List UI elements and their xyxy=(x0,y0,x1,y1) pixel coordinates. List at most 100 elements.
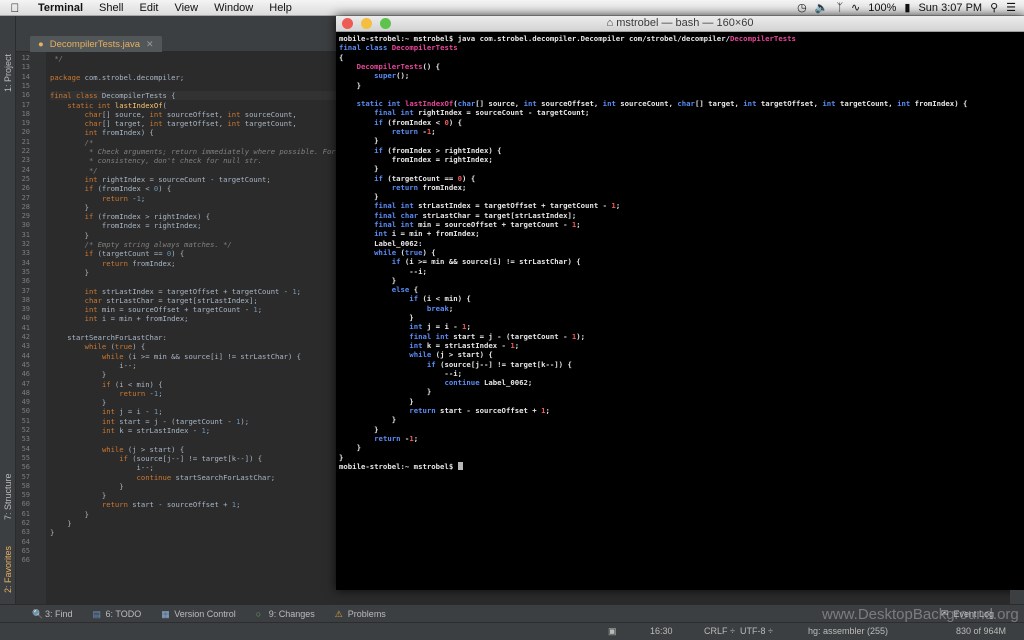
terminal-line: return -1; xyxy=(391,127,436,136)
line-number: 26 xyxy=(21,184,30,193)
code-line[interactable]: return -1; xyxy=(50,389,336,398)
terminal-titlebar[interactable]: ⌂ mstrobel — bash — 160×60 xyxy=(336,16,1024,32)
terminal-line: } xyxy=(339,136,379,146)
code-line[interactable]: char[] target, int targetOffset, int tar… xyxy=(50,119,336,128)
code-line[interactable]: * consistency, don't check for null str. xyxy=(50,156,336,165)
code-line[interactable] xyxy=(50,277,336,286)
terminal-line: mobile-strobel:~ mstrobel$ java com.stro… xyxy=(339,34,796,43)
menu-edit[interactable]: Edit xyxy=(132,2,167,14)
code-line[interactable]: } xyxy=(50,528,336,537)
code-line[interactable]: } xyxy=(50,510,336,519)
tool-find[interactable]: 🔍 3: Find xyxy=(22,609,83,620)
caret-position[interactable]: 16:30 xyxy=(650,626,673,636)
wifi-icon[interactable]: ∿ xyxy=(851,1,860,14)
menu-help[interactable]: Help xyxy=(261,2,300,14)
file-encoding[interactable]: UTF-8 ÷ xyxy=(740,626,773,636)
menu-view[interactable]: View xyxy=(166,2,206,14)
code-line[interactable]: fromIndex = rightIndex; xyxy=(50,221,336,230)
volume-icon[interactable]: 🔈 xyxy=(815,1,829,14)
code-line[interactable]: /* Empty string always matches. */ xyxy=(50,240,336,249)
code-line[interactable]: int strLastIndex = targetOffset + target… xyxy=(50,287,336,296)
code-line[interactable]: */ xyxy=(50,54,336,63)
line-number: 33 xyxy=(21,249,30,258)
code-line[interactable]: */ xyxy=(50,166,336,175)
code-line[interactable]: int i = min + fromIndex; xyxy=(50,314,336,323)
code-line[interactable]: while (i >= min && source[i] != strLastC… xyxy=(50,352,336,361)
bluetooth-icon[interactable]: ᛉ xyxy=(836,2,843,14)
code-line[interactable]: int fromIndex) { xyxy=(50,128,336,137)
tool-windows-icon[interactable]: ▣ xyxy=(608,626,617,637)
code-line[interactable]: return start - sourceOffset + 1; xyxy=(50,500,336,509)
code-line[interactable] xyxy=(50,547,336,556)
code-line[interactable]: if (fromIndex < 0) { xyxy=(50,184,336,193)
code-line[interactable] xyxy=(50,63,336,72)
terminal-output[interactable]: mobile-strobel:~ mstrobel$ java com.stro… xyxy=(336,32,1024,590)
code-line[interactable]: package com.strobel.decompiler; xyxy=(50,73,336,82)
code-line[interactable]: if (i < min) { xyxy=(50,380,336,389)
code-line[interactable]: final class DecompilerTests { xyxy=(50,91,336,101)
code-line[interactable]: i--; xyxy=(50,361,336,370)
code-line[interactable]: i--; xyxy=(50,463,336,472)
code-line[interactable]: int start = j - (targetCount - 1); xyxy=(50,417,336,426)
code-line[interactable]: } xyxy=(50,519,336,528)
tool-tab-favorites[interactable]: 2: Favorites xyxy=(1,536,15,602)
menubar-clock[interactable]: Sun 3:07 PM xyxy=(918,2,982,14)
battery-percent[interactable]: 100% xyxy=(868,2,896,14)
code-line[interactable]: if (targetCount == 0) { xyxy=(50,249,336,258)
menu-shell[interactable]: Shell xyxy=(91,2,131,14)
vcs-branch[interactable]: hg: assembler (255) xyxy=(808,626,888,636)
code-line[interactable]: static int lastIndexOf( xyxy=(50,101,336,110)
ide-scroll-corner xyxy=(1010,590,1024,604)
menu-window[interactable]: Window xyxy=(206,2,261,14)
code-line[interactable]: int k = strLastIndex - 1; xyxy=(50,426,336,435)
code-line[interactable]: while (j > start) { xyxy=(50,445,336,454)
memory-indicator[interactable]: 830 of 964M xyxy=(956,626,1006,636)
tab-decompilertests-java[interactable]: ● DecompilerTests.java ✕ xyxy=(30,36,162,52)
notification-center-icon[interactable]: ☰ xyxy=(1006,1,1016,14)
code-line[interactable]: * Check arguments; return immediately wh… xyxy=(50,147,336,156)
code-line[interactable]: } xyxy=(50,398,336,407)
code-line[interactable]: } xyxy=(50,268,336,277)
close-icon[interactable]: ✕ xyxy=(146,39,154,50)
code-line[interactable] xyxy=(50,324,336,333)
code-line[interactable]: continue startSearchForLastChar; xyxy=(50,473,336,482)
ide-navigation-bar xyxy=(16,16,336,34)
code-line[interactable]: } xyxy=(50,482,336,491)
code-line[interactable]: } xyxy=(50,491,336,500)
tool-tab-project[interactable]: 1: Project xyxy=(1,38,15,108)
line-separator[interactable]: CRLF ÷ xyxy=(704,626,735,636)
code-line[interactable]: char[] source, int sourceOffset, int sou… xyxy=(50,110,336,119)
tool-problems[interactable]: ⚠ Problems xyxy=(325,608,396,620)
code-line[interactable]: return -1; xyxy=(50,194,336,203)
code-line[interactable]: } xyxy=(50,203,336,212)
code-line[interactable]: while (true) { xyxy=(50,342,336,351)
code-line[interactable]: int min = sourceOffset + targetCount - 1… xyxy=(50,305,336,314)
terminal-line: super(); xyxy=(374,71,410,81)
code-line[interactable] xyxy=(50,435,336,444)
code-line[interactable]: if (fromIndex > rightIndex) { xyxy=(50,212,336,221)
tool-problems-label: Problems xyxy=(347,608,386,619)
code-line[interactable]: int j = i - 1; xyxy=(50,407,336,416)
code-line[interactable]: startSearchForLastChar: xyxy=(50,333,336,342)
apple-logo-icon[interactable]:  xyxy=(0,1,30,15)
code-line[interactable]: if (source[j--] != target[k--]) { xyxy=(50,454,336,463)
code-line[interactable] xyxy=(50,556,336,565)
menu-app-terminal[interactable]: Terminal xyxy=(30,2,91,14)
code-line[interactable]: char strLastChar = target[strLastIndex]; xyxy=(50,296,336,305)
code-line[interactable] xyxy=(50,82,336,91)
tool-changes[interactable]: ○ 9: Changes xyxy=(246,609,325,620)
battery-icon[interactable]: ▮ xyxy=(904,1,910,14)
code-line[interactable]: } xyxy=(50,231,336,240)
code-editor[interactable]: */ package com.strobel.decompiler; final c… xyxy=(46,52,336,604)
tool-version-control[interactable]: ▦ Version Control xyxy=(151,609,246,620)
code-line[interactable] xyxy=(50,538,336,547)
time-machine-icon[interactable]: ◷ xyxy=(797,1,807,14)
tool-tab-structure[interactable]: 7: Structure xyxy=(1,464,15,530)
code-line[interactable]: } xyxy=(50,370,336,379)
code-line[interactable]: int rightIndex = sourceCount - targetCou… xyxy=(50,175,336,184)
tool-todo[interactable]: ▤ 6: TODO xyxy=(83,609,152,620)
code-line[interactable]: return fromIndex; xyxy=(50,259,336,268)
code-line[interactable]: /* xyxy=(50,138,336,147)
spotlight-search-icon[interactable]: ⚲ xyxy=(990,1,998,14)
